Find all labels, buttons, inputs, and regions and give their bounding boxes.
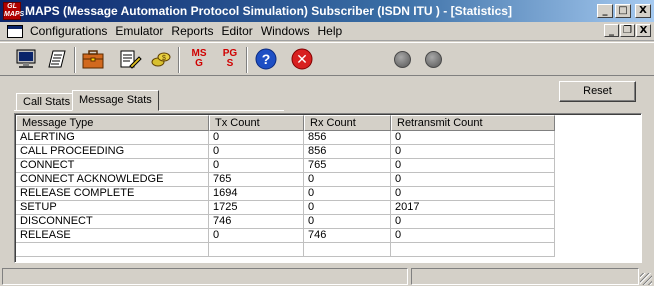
status-pane-secondary [411,268,639,285]
menu-windows[interactable]: Windows [259,24,316,38]
child-close-button[interactable]: X [636,24,651,37]
table-row[interactable]: SETUP 1725 0 2017 [16,201,555,215]
cell-rx-count: 0 [304,215,391,229]
child-restore-button[interactable]: ❐ [620,24,635,37]
table-row[interactable] [16,243,555,257]
menu-reports[interactable]: Reports [169,24,219,38]
svg-text:✕: ✕ [296,52,308,68]
child-minimize-button[interactable]: _ [604,24,619,37]
cell-tx-count: 746 [209,215,304,229]
toolbar: $ MS G PG S ? ✕ [0,42,654,76]
table-row[interactable]: DISCONNECT 746 0 0 [16,215,555,229]
toolbar-separator [246,47,248,73]
menu-help[interactable]: Help [316,24,349,38]
cell-message-type: CONNECT ACKNOWLEDGE [16,173,209,187]
document-window-icon[interactable] [7,24,23,38]
cell-retransmit-count: 0 [391,229,555,243]
title-bar[interactable]: GL MAPS MAPS (Message Automation Protoco… [0,0,654,22]
cell-rx-count: 0 [304,173,391,187]
cell-retransmit-count: 0 [391,145,555,159]
table-row[interactable]: CALL PROCEEDING 0 856 0 [16,145,555,159]
cell-tx-count: 0 [209,131,304,145]
column-header-retransmit-count[interactable]: Retransmit Count [391,115,555,131]
app-logo-icon[interactable]: GL MAPS [3,2,24,20]
help-icon[interactable]: ? [253,46,279,72]
cell-retransmit-count [391,243,555,257]
cell-rx-count: 0 [304,201,391,215]
cell-tx-count: 1725 [209,201,304,215]
cell-retransmit-count: 0 [391,187,555,201]
table-row[interactable]: RELEASE COMPLETE 1694 0 0 [16,187,555,201]
cell-retransmit-count: 2017 [391,201,555,215]
column-header-message-type[interactable]: Message Type [16,115,209,131]
coins-icon[interactable]: $ [148,46,174,72]
svg-text:$: $ [162,55,166,62]
tab-call-stats[interactable]: Call Stats [16,93,78,111]
cell-message-type: CALL PROCEEDING [16,145,209,159]
cell-message-type [16,243,209,257]
cell-message-type: ALERTING [16,131,209,145]
notebook-icon[interactable] [44,46,70,72]
briefcase-icon[interactable] [80,46,106,72]
pg-s-icon[interactable]: PG S [217,46,243,72]
cell-tx-count: 0 [209,159,304,173]
minimize-button[interactable]: _ [597,4,613,18]
script-edit-icon[interactable] [117,46,143,72]
stop-icon[interactable]: ✕ [289,46,315,72]
column-header-tx-count[interactable]: Tx Count [209,115,304,131]
table-row[interactable]: ALERTING 0 856 0 [16,131,555,145]
menu-bar: Configurations Emulator Reports Editor W… [0,22,654,41]
cell-rx-count [304,243,391,257]
table-row[interactable]: CONNECT 0 765 0 [16,159,555,173]
cell-tx-count: 0 [209,145,304,159]
svg-text:?: ? [262,51,271,67]
cell-message-type: CONNECT [16,159,209,173]
cell-message-type: SETUP [16,201,209,215]
menu-editor[interactable]: Editor [219,24,258,38]
cell-message-type: RELEASE COMPLETE [16,187,209,201]
cell-retransmit-count: 0 [391,215,555,229]
msg-g-icon[interactable]: MS G [186,46,212,72]
menu-configurations[interactable]: Configurations [28,24,113,38]
cell-retransmit-count: 0 [391,173,555,187]
cell-rx-count: 0 [304,187,391,201]
status-pane-main [2,268,408,285]
table-row[interactable]: CONNECT ACKNOWLEDGE 765 0 0 [16,173,555,187]
cell-message-type: RELEASE [16,229,209,243]
message-stats-table[interactable]: Message Type Tx Count Rx Count Retransmi… [14,113,642,263]
cell-rx-count: 765 [304,159,391,173]
maximize-button[interactable]: □ [615,4,631,18]
cell-rx-count: 856 [304,145,391,159]
menu-emulator[interactable]: Emulator [113,24,169,38]
cell-tx-count: 1694 [209,187,304,201]
window-title: MAPS (Message Automation Protocol Simula… [25,4,512,18]
cell-tx-count [209,243,304,257]
cell-tx-count: 765 [209,173,304,187]
close-button[interactable]: X [635,4,651,18]
table-header: Message Type Tx Count Rx Count Retransmi… [16,115,555,131]
status-led-1 [394,51,411,68]
table-row[interactable]: RELEASE 0 746 0 [16,229,555,243]
cell-rx-count: 746 [304,229,391,243]
cell-rx-count: 856 [304,131,391,145]
column-header-rx-count[interactable]: Rx Count [304,115,391,131]
cell-tx-count: 0 [209,229,304,243]
status-led-2 [425,51,442,68]
cell-message-type: DISCONNECT [16,215,209,229]
cell-retransmit-count: 0 [391,131,555,145]
toolbar-separator [178,47,180,73]
resize-grip-icon[interactable] [640,273,652,285]
monitor-icon[interactable] [13,46,39,72]
status-bar [0,266,654,286]
statistics-panel: Call Stats Message Stats Reset Message T… [0,77,654,286]
table-body: ALERTING 0 856 0 CALL PROCEEDING 0 856 0… [16,131,555,257]
cell-retransmit-count: 0 [391,159,555,173]
tab-message-stats[interactable]: Message Stats [72,90,159,111]
toolbar-separator [74,47,76,73]
reset-button[interactable]: Reset [559,81,636,102]
